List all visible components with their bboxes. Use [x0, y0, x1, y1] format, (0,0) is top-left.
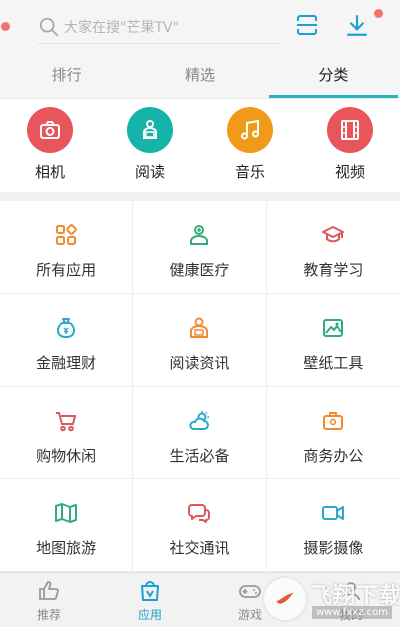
category-wallpaper-tools[interactable]: 壁纸工具	[266, 294, 400, 387]
category-label: 商务办公	[303, 446, 364, 465]
category-label: 阅读资讯	[169, 353, 230, 372]
bottom-nav: 推荐 应用 游戏 我的	[0, 572, 400, 627]
quick-item-music[interactable]: 音乐	[210, 107, 290, 182]
tab-ranking[interactable]: 排行	[0, 56, 133, 98]
nav-label: 我的	[338, 608, 363, 622]
category-finance[interactable]: 金融理财	[0, 293, 134, 387]
quick-item-video[interactable]: 视频	[310, 107, 390, 182]
category-social[interactable]: 社交通讯	[133, 479, 267, 572]
top-tabs: 排行 精选 分类	[0, 56, 400, 98]
reading-person-icon	[190, 317, 209, 338]
category-label: 教育学习	[303, 261, 364, 279]
category-life[interactable]: 生活必备	[133, 386, 267, 480]
category-grid: 所有应用 健康医疗 教育学习 金融理财 阅读资讯 壁纸工具 购物休闲 生活必备 …	[0, 201, 400, 572]
doctor-icon	[190, 225, 209, 245]
nav-games[interactable]: 游戏	[220, 579, 280, 623]
search-placeholder: 大家在搜"芒果TV"	[64, 19, 180, 36]
nav-label: 应用	[137, 608, 162, 622]
download-badge-dot	[374, 9, 383, 18]
scan-icon[interactable]	[295, 13, 319, 37]
quick-categories: 相机 阅读 音乐 视频	[0, 98, 400, 192]
app-bag-icon	[141, 581, 159, 601]
video-camera-icon	[322, 506, 345, 521]
gamepad-icon	[239, 585, 261, 598]
category-all-apps[interactable]: 所有应用	[0, 201, 134, 294]
search-bar[interactable]: 大家在搜"芒果TV"	[38, 10, 280, 44]
tab-categories[interactable]: 分类	[267, 56, 400, 98]
category-maps-travel[interactable]: 地图旅游	[0, 479, 134, 572]
film-icon	[341, 120, 359, 140]
user-icon	[342, 582, 360, 601]
category-label: 购物休闲	[36, 446, 97, 465]
quick-item-reading[interactable]: 阅读	[110, 107, 190, 182]
quick-item-camera[interactable]: 相机	[10, 107, 90, 182]
category-label: 社交通讯	[169, 539, 230, 558]
category-label: 生活必备	[169, 446, 230, 465]
category-education[interactable]: 教育学习	[266, 201, 400, 294]
reader-icon	[143, 120, 157, 139]
nav-apps[interactable]: 应用	[120, 579, 180, 623]
category-shopping[interactable]: 购物休闲	[0, 386, 134, 480]
money-bag-icon	[57, 317, 76, 338]
category-label: 壁纸工具	[303, 353, 364, 372]
category-label: 地图旅游	[36, 539, 97, 558]
weather-cloud-icon	[189, 410, 210, 430]
download-icon[interactable]	[344, 12, 370, 38]
quick-item-label: 音乐	[234, 163, 265, 181]
category-health[interactable]: 健康医疗	[133, 201, 267, 294]
nav-label: 推荐	[36, 608, 61, 622]
category-label: 摄影摄像	[303, 539, 364, 558]
quick-item-label: 视频	[334, 163, 365, 181]
tab-featured[interactable]: 精选	[133, 56, 266, 98]
graduation-cap-icon	[322, 226, 345, 243]
category-label: 所有应用	[36, 261, 97, 279]
picture-icon	[323, 318, 344, 337]
category-business[interactable]: 商务办公	[266, 387, 400, 480]
category-reading-news[interactable]: 阅读资讯	[133, 293, 267, 387]
nav-label: 游戏	[237, 608, 262, 622]
briefcase-icon	[323, 411, 344, 430]
category-label: 金融理财	[36, 353, 97, 372]
chat-bubbles-icon	[188, 504, 211, 524]
notification-dot	[1, 22, 10, 31]
camera-icon	[40, 121, 60, 139]
thumbs-up-icon	[39, 581, 59, 600]
apps-grid-icon	[56, 224, 77, 245]
music-note-icon	[241, 119, 259, 140]
category-label: 健康医疗	[169, 261, 230, 279]
quick-item-label: 阅读	[134, 163, 165, 181]
search-icon	[39, 17, 59, 36]
nav-recommend[interactable]: 推荐	[19, 579, 79, 623]
top-header: 大家在搜"芒果TV" 排行 精选 分类	[0, 0, 400, 98]
shopping-cart-icon	[56, 411, 77, 431]
quick-item-label: 相机	[34, 163, 65, 181]
nav-profile[interactable]: 我的	[321, 579, 381, 623]
category-photography[interactable]: 摄影摄像	[266, 479, 400, 572]
map-icon	[55, 503, 78, 524]
